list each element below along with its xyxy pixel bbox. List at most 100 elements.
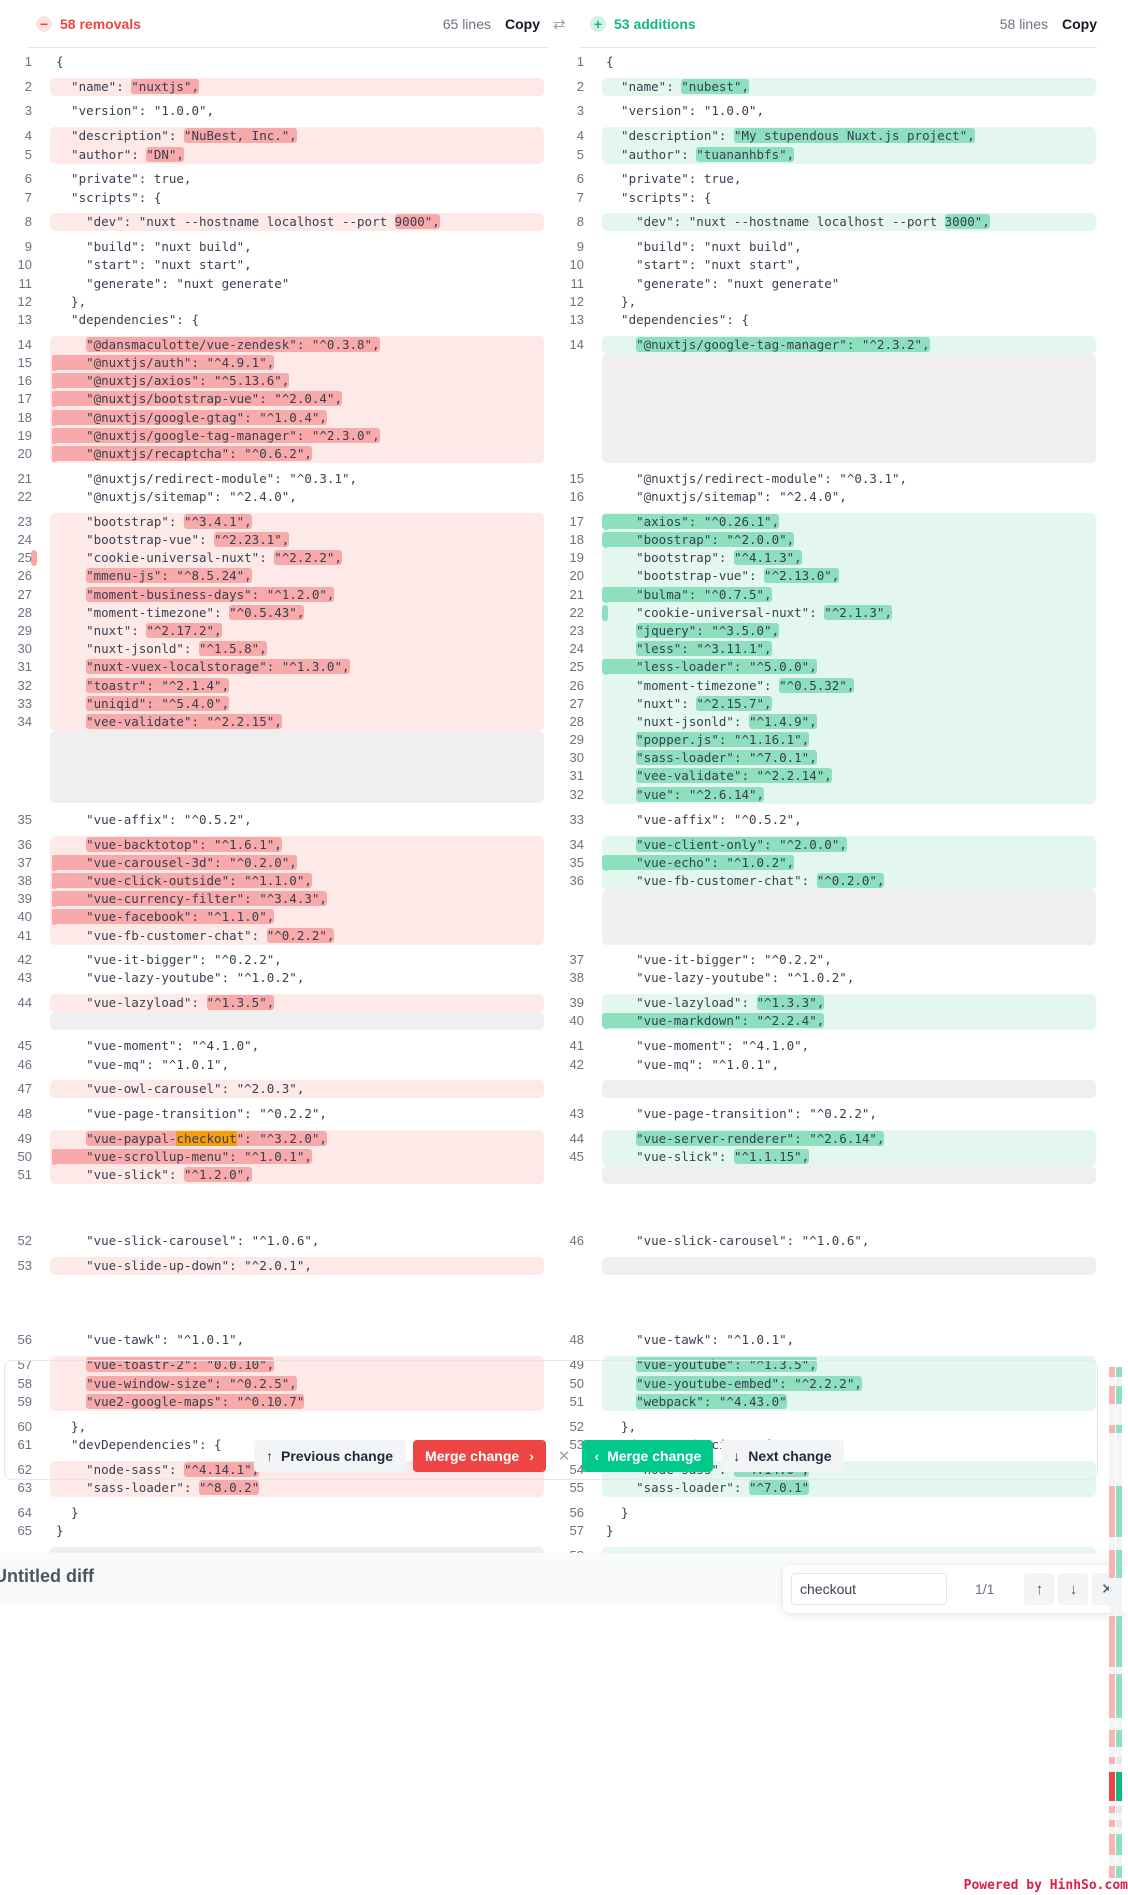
diff-placeholder-block <box>602 1166 1096 1184</box>
line-text: "name": "nuxtjs", <box>56 79 199 94</box>
minimap-change-segment <box>1116 1674 1122 1718</box>
line-number: 14 <box>569 337 584 352</box>
right-copy-button[interactable]: Copy <box>1062 16 1097 32</box>
line-text: } <box>56 1523 64 1538</box>
line-text: "vue-affix": "^0.5.2", <box>606 812 802 827</box>
arrow-down-icon: ↓ <box>733 1448 741 1464</box>
line-text: "vue-mq": "^1.0.1", <box>606 1057 780 1072</box>
chevron-left-icon: ‹ <box>594 1448 600 1464</box>
line-text: "dev": "nuxt --hostname localhost --port… <box>606 214 990 229</box>
line-number: 7 <box>576 190 584 205</box>
left-pane: − 58 removals 65 lines Copy 1{2 "name": … <box>18 0 548 1565</box>
code-line: 65} <box>18 1520 548 1542</box>
line-text: "@nuxtjs/google-tag-manager": "^2.3.2", <box>636 337 930 352</box>
left-pane-header: − 58 removals 65 lines Copy <box>28 0 548 48</box>
next-change-button[interactable]: ↓ Next change <box>721 1440 844 1472</box>
code-line: 52 "vue-slick-carousel": "^1.0.6", <box>18 1230 548 1252</box>
line-number: 5 <box>24 147 32 162</box>
code-line: 13 "dependencies": { <box>570 309 1097 331</box>
code-line: 33 "vue-affix": "^0.5.2", <box>570 809 1097 831</box>
code-line: 59 "vue2-google-maps": "^0.10.7" <box>18 1391 548 1413</box>
close-icon[interactable]: ✕ <box>558 1447 571 1465</box>
code-line: 40 "vue-markdown": "^2.2.4", <box>570 1010 1097 1032</box>
line-text: "version": "1.0.0", <box>606 103 765 118</box>
code-line: 34 "vee-validate": "^2.2.15", <box>18 711 548 733</box>
line-number: 36 <box>569 873 584 888</box>
previous-change-button[interactable]: ↑ Previous change <box>254 1440 406 1472</box>
line-text: "dependencies": { <box>56 312 199 327</box>
minimap-change-segment <box>1109 1367 1115 1378</box>
line-number: 2 <box>576 79 584 94</box>
minimap-change-segment <box>1116 1425 1122 1434</box>
line-number: 51 <box>569 1394 584 1409</box>
line-number: 45 <box>569 1149 584 1164</box>
search-next-button[interactable]: ↓ <box>1058 1573 1089 1605</box>
line-text: "vue-slick": "^1.1.15", <box>606 1149 810 1164</box>
merge-change-label: Merge change <box>607 1448 702 1464</box>
minimap-change-segment <box>1109 1772 1115 1802</box>
minimap-change-segment <box>1109 1549 1115 1578</box>
minimap-change-segment <box>1109 1615 1115 1667</box>
line-number: 5 <box>576 147 584 162</box>
line-text: "vue-page-transition": "^0.2.2", <box>606 1106 877 1121</box>
minimap-change-segment <box>1116 1386 1122 1404</box>
code-line: 45 "vue-slick": "^1.1.15", <box>570 1146 1097 1168</box>
diff-minimap[interactable] <box>1109 1367 1123 1887</box>
left-change-actions: ↑ Previous change Merge change › ✕ ‹ Mer… <box>254 1440 852 1472</box>
code-line: 51 "vue-slick": "^1.2.0", <box>18 1164 548 1186</box>
minimap-change-segment <box>1116 1806 1122 1813</box>
line-text: "sass-loader": "^7.0.1" <box>606 1480 810 1495</box>
line-text: "name": "nubest", <box>606 79 749 94</box>
line-text: "dependencies": { <box>606 312 749 327</box>
line-number: 57 <box>569 1523 584 1538</box>
merge-change-right-button[interactable]: Merge change › <box>413 1440 546 1472</box>
minimap-change-segment <box>1109 1820 1115 1827</box>
line-number: 33 <box>569 812 584 827</box>
line-text: "scripts": { <box>606 190 712 205</box>
left-lines-count: 65 lines <box>442 15 491 32</box>
code-line: 22 "@nuxtjs/sitemap": "^2.4.0", <box>18 486 548 508</box>
merge-change-left-button[interactable]: ‹ Merge change <box>582 1440 714 1472</box>
merge-change-label: Merge change <box>425 1448 520 1464</box>
search-match: checkout <box>176 1131 237 1146</box>
left-copy-button[interactable]: Copy <box>505 16 540 32</box>
line-text: "devDependencies": { <box>56 1437 222 1452</box>
minimap-change-segment <box>1116 1756 1122 1765</box>
line-text: "vue-fb-customer-chat": "^0.2.2", <box>56 928 335 943</box>
search-prev-button[interactable]: ↑ <box>1024 1573 1055 1605</box>
line-number: 8 <box>24 214 32 229</box>
line-text: "vue-slick-carousel": "^1.0.6", <box>56 1233 320 1248</box>
line-text: "sass-loader": "^8.0.2" <box>56 1480 260 1495</box>
code-line: 13 "dependencies": { <box>18 309 548 331</box>
search-match-count: 1/1 <box>975 1581 995 1597</box>
search-popup: 1/1 ↑ ↓ ✕ <box>783 1565 1128 1613</box>
code-line: 42 "vue-mq": "^1.0.1", <box>570 1054 1097 1076</box>
code-line: 16 "@nuxtjs/sitemap": "^2.4.0", <box>570 486 1097 508</box>
code-line: 8 "dev": "nuxt --hostname localhost --po… <box>25 211 548 233</box>
minimap-change-segment <box>1116 1730 1122 1747</box>
code-line: 53 "vue-slide-up-down": "^2.0.1", <box>18 1255 548 1277</box>
line-number: 52 <box>17 1233 32 1248</box>
removals-count: 58 removals <box>60 15 141 32</box>
line-number: 56 <box>17 1332 32 1347</box>
line-number: 3 <box>576 103 584 118</box>
line-text: { <box>606 54 614 69</box>
code-line: 35 "vue-affix": "^0.5.2", <box>18 809 548 831</box>
code-line: 32 "vue": "^2.6.14", <box>570 784 1097 806</box>
diff-placeholder-block <box>602 1080 1096 1098</box>
code-line: 43 "vue-page-transition": "^0.2.2", <box>570 1103 1097 1125</box>
line-text: "version": "1.0.0", <box>56 103 215 118</box>
code-line: 2 "name": "nuxtjs", <box>25 76 548 98</box>
code-line: 46 "vue-slick-carousel": "^1.0.6", <box>570 1230 1097 1252</box>
line-number: 13 <box>17 312 32 327</box>
line-text: "vue-lazyload": "^1.3.5", <box>56 995 275 1010</box>
line-text: "@nuxtjs/recaptcha": "^0.6.2", <box>52 443 312 465</box>
line-text: "dev": "nuxt --hostname localhost --port… <box>56 214 440 229</box>
code-line: 14 "@nuxtjs/google-tag-manager": "^2.3.2… <box>570 334 1097 356</box>
search-input[interactable] <box>791 1573 947 1605</box>
line-text: "vue-markdown": "^2.2.4", <box>602 1010 825 1032</box>
line-text: "vue-lazy-youtube": "^1.0.2", <box>56 970 305 985</box>
code-line: 2 "name": "nubest", <box>577 76 1097 98</box>
minus-icon: − <box>36 15 52 32</box>
swap-arrows-icon[interactable]: ⇄ <box>553 15 573 33</box>
